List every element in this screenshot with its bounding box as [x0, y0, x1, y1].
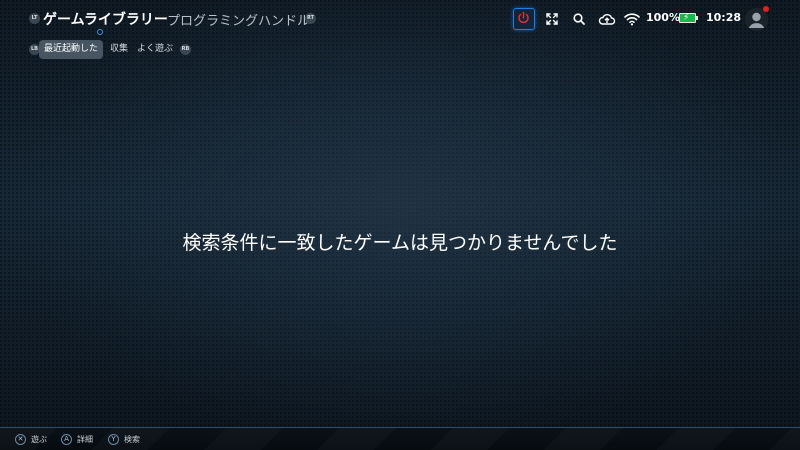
rb-button-hint: RB — [180, 44, 191, 55]
tab-frequently-played[interactable]: よく遊ぶ — [137, 40, 173, 59]
hint-details: A 詳細 — [61, 433, 93, 446]
tab-recently-launched[interactable]: 最近起動した — [39, 40, 104, 59]
battery-percent: 100% — [646, 11, 680, 24]
tab-programming-handle[interactable]: プログラミングハンドル — [167, 10, 310, 29]
battery-icon: ⚡ — [679, 13, 698, 23]
tab-collection[interactable]: 収集 — [110, 40, 128, 59]
hint-play: ✕ 遊ぶ — [15, 433, 47, 446]
bottom-hint-bar: ✕ 遊ぶ A 詳細 Y 検索 — [0, 427, 800, 450]
search-icon[interactable] — [571, 11, 587, 27]
wifi-icon — [624, 13, 640, 26]
top-bar: LT ゲームライブラリー プログラミングハンドル RT 100% ⚡ 10:28 — [0, 0, 800, 38]
y-button-icon: Y — [108, 434, 119, 445]
page-title: ゲームライブラリー — [43, 12, 168, 28]
power-button[interactable] — [513, 8, 535, 30]
clock: 10:28 — [706, 11, 742, 24]
hint-play-label: 遊ぶ — [31, 435, 47, 444]
hint-details-label: 詳細 — [77, 435, 93, 444]
sub-tab-bar: LB 最近起動した 収集 よく遊ぶ RB — [0, 38, 800, 60]
hint-search-label: 検索 — [124, 435, 140, 444]
rt-button-hint: RT — [305, 13, 316, 24]
lt-button-hint: LT — [29, 13, 40, 24]
notification-dot — [763, 6, 769, 12]
power-icon — [518, 11, 529, 23]
charging-bolt-icon: ⚡ — [683, 13, 690, 23]
hint-search: Y 検索 — [108, 433, 140, 446]
fullscreen-icon[interactable] — [544, 11, 560, 27]
cloud-upload-icon[interactable] — [598, 11, 616, 27]
tab-indicator-dot — [97, 29, 103, 35]
empty-result-message: 検索条件に一致したゲームは見つかりませんでした — [182, 232, 618, 254]
a-button-icon: A — [61, 434, 72, 445]
cross-button-icon: ✕ — [15, 434, 26, 445]
